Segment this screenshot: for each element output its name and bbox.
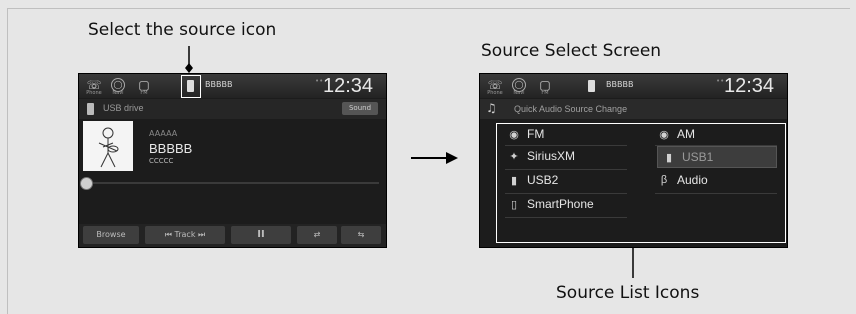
divider [655,193,777,194]
source-item-smartphone[interactable]: ▯ SmartPhone [507,194,594,214]
audio-screen: ☏ Phone ◯ Navi ▢ FM BBBBB •• 12:34 USB d… [78,73,387,248]
source-label: AM [677,127,695,141]
source-label: SmartPhone [527,197,594,211]
source-label: SiriusXM [527,149,576,163]
smartphone-icon: ▯ [510,198,518,211]
phone-label: Phone [487,90,503,96]
prev-track-icon: ⏮ [164,230,172,239]
divider [505,193,627,194]
source-text: BBBBB [606,80,634,89]
source-item-am[interactable]: ◉ AM [657,124,695,144]
source-item-usb1-selected[interactable]: ▮ USB1 [657,146,777,168]
source-item-siriusxm[interactable]: ✦ SiriusXM [507,146,575,166]
status-bar: ☏ Phone ◯ Navi ▢ FM BBBBB •• 12:34 [480,74,787,98]
progress-knob[interactable] [80,177,93,190]
divider [505,145,627,146]
album-art [83,121,133,171]
progress-bar[interactable] [85,182,379,184]
divider [505,169,627,170]
track-line-1: AAAAA [149,129,178,138]
navi-label: Navi [513,90,525,96]
clock: 12:34 [724,75,775,97]
usb-icon: ▮ [510,174,518,187]
usb-icon [87,103,94,115]
usb-icon[interactable] [588,80,595,92]
radio-icon: ◉ [659,128,669,141]
track-label: Track [174,230,196,239]
phone-label: Phone [86,90,102,96]
source-label: Audio [677,173,708,187]
source-change-title: Quick Audio Source Change [514,104,628,114]
source-label: USB2 [527,173,559,187]
radio-icon: ◉ [509,128,519,141]
divider [655,145,777,146]
fm-label: FM [140,90,148,96]
source-item-fm[interactable]: ◉ FM [507,124,544,144]
clock: 12:34 [323,75,374,97]
music-note-icon: ♫ [486,101,497,115]
pause-button[interactable]: II [231,226,291,244]
control-bar: Browse ⏮ Track ⏭ II ⇄ ⇆ [79,224,386,247]
sound-button[interactable]: Sound [342,102,378,115]
browse-button[interactable]: Browse [83,226,139,244]
source-select-screen: ☏ Phone ◯ Navi ▢ FM BBBBB •• 12:34 ♫ Qui… [479,73,788,248]
track-line-3: CCCCC [149,157,174,165]
source-icon-button[interactable] [181,75,201,98]
track-title: BBBBB [149,141,193,156]
divider [505,217,627,218]
bluetooth-icon: β [660,174,668,186]
status-bar: ☏ Phone ◯ Navi ▢ FM BBBBB •• 12:34 [79,74,386,98]
source-name: USB drive [103,103,144,113]
source-list: ◉ FM ✦ SiriusXM ▮ USB2 ▯ SmartPhone ◉ AM ▮ USB… [496,123,786,243]
guitarist-icon [98,127,119,168]
source-header: USB drive Sound [79,99,386,119]
source-item-bluetooth-audio[interactable]: β Audio [657,170,708,190]
navi-label: Navi [112,90,124,96]
fm-label: FM [541,90,549,96]
usb-icon [187,80,194,92]
source-label: USB1 [682,150,714,164]
source-item-usb2[interactable]: ▮ USB2 [507,170,558,190]
source-change-header: ♫ Quick Audio Source Change [480,99,787,119]
shuffle-button[interactable]: ⇆ [341,226,381,244]
siriusxm-icon: ✦ [509,150,519,163]
track-button[interactable]: ⏮ Track ⏭ [145,226,225,244]
source-label: FM [527,127,545,141]
next-track-icon: ⏭ [198,230,206,239]
repeat-button[interactable]: ⇄ [297,226,337,244]
source-text: BBBBB [205,80,233,89]
usb-icon: ▮ [665,151,673,164]
